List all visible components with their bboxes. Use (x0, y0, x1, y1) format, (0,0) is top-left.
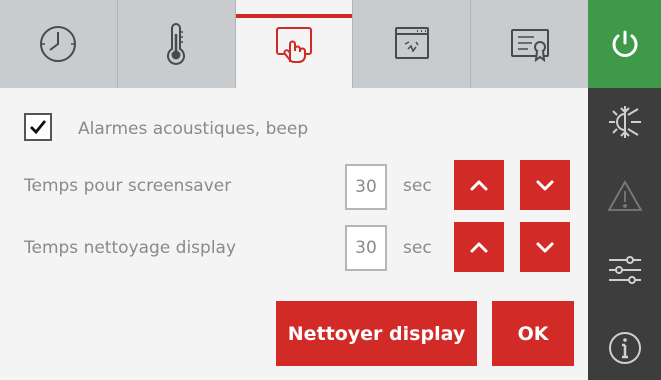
sidebar-item-info[interactable] (588, 318, 661, 378)
tab-clock[interactable] (0, 0, 118, 88)
cleaning-time-unit: sec (403, 238, 432, 258)
tab-bar (0, 0, 588, 88)
checkmark-icon (30, 120, 47, 135)
cleaning-time-decrease-button[interactable] (520, 222, 570, 272)
touch-screen-icon (275, 27, 312, 63)
sidebar-item-climate[interactable] (588, 92, 661, 152)
thermometer-icon (167, 23, 186, 65)
sliders-icon (608, 256, 641, 284)
cleaning-time-increase-button[interactable] (454, 222, 504, 272)
sidebar-item-alarms[interactable] (588, 166, 661, 226)
chevron-up-icon (470, 180, 488, 191)
cleaning-time-label: Temps nettoyage display (24, 238, 237, 258)
display-cleaning-icon (394, 27, 429, 59)
tab-temperature[interactable] (118, 0, 236, 88)
screensaver-unit: sec (403, 176, 432, 196)
screensaver-value: 30 (345, 164, 387, 210)
power-button[interactable] (588, 0, 661, 88)
chevron-down-icon (536, 180, 554, 191)
clean-display-button[interactable]: Nettoyer display (276, 301, 477, 366)
tab-certificate[interactable] (471, 0, 588, 88)
warning-icon (606, 180, 643, 211)
screensaver-label: Temps pour screensaver (24, 176, 232, 196)
sidebar-item-settings[interactable] (588, 240, 661, 300)
info-icon (608, 332, 641, 364)
sidebar (588, 0, 661, 380)
sun-snowflake-icon (608, 106, 641, 138)
chevron-down-icon (536, 242, 554, 253)
cleaning-time-value: 30 (345, 225, 387, 271)
chevron-up-icon (470, 242, 488, 253)
beep-label: Alarmes acoustiques, beep (78, 119, 309, 139)
screensaver-increase-button[interactable] (454, 160, 504, 210)
ok-button[interactable]: OK (492, 301, 574, 366)
certificate-icon (510, 29, 549, 63)
power-icon (612, 30, 637, 57)
screen: Alarmes acoustiques, beep Temps pour scr… (0, 0, 661, 380)
tab-display[interactable] (235, 0, 354, 88)
beep-checkbox[interactable] (24, 113, 52, 141)
tab-cleaning[interactable] (353, 0, 472, 88)
screensaver-decrease-button[interactable] (520, 160, 570, 210)
clock-icon (40, 26, 77, 62)
